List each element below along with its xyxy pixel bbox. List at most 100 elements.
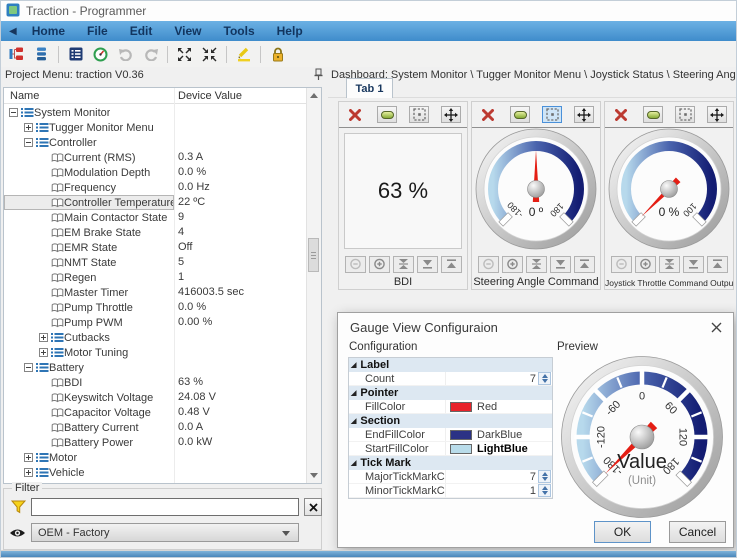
tree-header[interactable]: Name Device Value: [4, 88, 321, 104]
tree-row-name-cell[interactable]: Cutbacks: [4, 330, 174, 345]
tree-row[interactable]: Motor Tuning: [4, 345, 306, 360]
configure-button[interactable]: [675, 106, 695, 123]
grid-group-label[interactable]: ◢ Label: [349, 358, 552, 372]
tree-header-name[interactable]: Name: [10, 90, 39, 102]
tree-vertical-scrollbar[interactable]: [306, 88, 321, 483]
prop-value-cell[interactable]: 7: [445, 372, 552, 385]
align-top-button[interactable]: [573, 255, 595, 273]
tree-row-name-cell[interactable]: Main Contactor State: [4, 210, 174, 225]
expand-all-icon-button[interactable]: [173, 44, 196, 65]
prop-value-cell[interactable]: Red: [445, 400, 552, 413]
zoom-in-button[interactable]: [501, 255, 523, 273]
tree-row-name-cell[interactable]: Battery: [4, 360, 174, 375]
grid-prop-count[interactable]: Count 7: [349, 372, 552, 386]
ok-button[interactable]: OK: [594, 521, 651, 543]
tree-row-name-cell[interactable]: Pump PWM: [4, 315, 174, 330]
highlighter-icon-button[interactable]: [232, 44, 255, 65]
zoom-out-button[interactable]: [344, 255, 366, 273]
tree-row[interactable]: Capacitor Voltage 0.48 V: [4, 405, 306, 420]
eye-icon[interactable]: [9, 526, 26, 544]
zoom-out-button[interactable]: [610, 255, 632, 273]
tree-header-device-value[interactable]: Device Value: [178, 90, 242, 102]
menu-item-tools[interactable]: Tools: [213, 21, 266, 41]
tree-row-name-cell[interactable]: Controller Temperature: [4, 195, 174, 210]
tree-row[interactable]: Controller: [4, 135, 306, 150]
tree-row-name-cell[interactable]: Master Timer: [4, 285, 174, 300]
prop-value-cell[interactable]: 1: [445, 484, 552, 497]
expand-box-icon[interactable]: [24, 123, 33, 132]
tree-row-name-cell[interactable]: Battery Current: [4, 420, 174, 435]
menu-item-view[interactable]: View: [163, 21, 212, 41]
tree-row-name-cell[interactable]: BDI: [4, 375, 174, 390]
grid-group-pointer[interactable]: ◢ Pointer: [349, 386, 552, 400]
zoom-in-button[interactable]: [368, 255, 390, 273]
tree-row-name-cell[interactable]: Modulation Depth: [4, 165, 174, 180]
led-pill-button[interactable]: [643, 106, 663, 123]
tree-row-name-cell[interactable]: Keyswitch Voltage: [4, 390, 174, 405]
fit-vertical-button[interactable]: [658, 255, 680, 273]
filter-input[interactable]: [31, 498, 299, 516]
tree-row[interactable]: Battery Power 0.0 kW: [4, 435, 306, 450]
grid-prop-minortickmarkcount[interactable]: MinorTickMarkCount 1: [349, 484, 552, 498]
tree-row[interactable]: Pump Throttle 0.0 %: [4, 300, 306, 315]
zoom-in-button[interactable]: [634, 255, 656, 273]
tree-row[interactable]: Modulation Depth 0.0 %: [4, 165, 306, 180]
device-stack-icon-button[interactable]: [30, 44, 53, 65]
grid-group-section[interactable]: ◢ Section: [349, 414, 552, 428]
tree-row[interactable]: Vehicle: [4, 465, 306, 480]
align-bottom-button[interactable]: [682, 255, 704, 273]
tree-row[interactable]: NMT State 5: [4, 255, 306, 270]
grid-group-tick-mark[interactable]: ◢ Tick Mark: [349, 456, 552, 470]
tree-row[interactable]: Current (RMS) 0.3 A: [4, 150, 306, 165]
configure-button[interactable]: [409, 106, 429, 123]
prop-value-cell[interactable]: DarkBlue: [445, 428, 552, 441]
expand-box-icon[interactable]: [24, 468, 33, 477]
grid-prop-startfillcolor[interactable]: StartFillColor LightBlue: [349, 442, 552, 456]
prop-value-cell[interactable]: 7: [445, 470, 552, 483]
prop-value-cell[interactable]: LightBlue: [445, 442, 552, 455]
tree-row-name-cell[interactable]: Pump Throttle: [4, 300, 174, 315]
tree-row-name-cell[interactable]: Motor: [4, 450, 174, 465]
tree-row-name-cell[interactable]: Battery Power: [4, 435, 174, 450]
scroll-down-icon[interactable]: [307, 468, 321, 483]
menu-item-help[interactable]: Help: [266, 21, 314, 41]
spinner-control[interactable]: [538, 372, 551, 385]
align-top-button[interactable]: [706, 255, 728, 273]
scroll-up-icon[interactable]: [307, 88, 321, 103]
tree-row[interactable]: Frequency 0.0 Hz: [4, 180, 306, 195]
undo-icon-button[interactable]: [114, 44, 137, 65]
access-level-dropdown[interactable]: OEM - Factory: [31, 523, 299, 542]
align-bottom-button[interactable]: [549, 255, 571, 273]
group-expander-icon[interactable]: ◢: [351, 459, 356, 467]
tree-row[interactable]: Master Timer 416003.5 sec: [4, 285, 306, 300]
tree-row-name-cell[interactable]: Frequency: [4, 180, 174, 195]
tree-row[interactable]: [4, 480, 306, 483]
grid-prop-majortickmarkcount[interactable]: MajorTickMarkCount 7: [349, 470, 552, 484]
group-expander-icon[interactable]: ◢: [351, 417, 356, 425]
align-bottom-button[interactable]: [416, 255, 438, 273]
expand-box-icon[interactable]: [39, 333, 48, 342]
tree-row-name-cell[interactable]: Tugger Monitor Menu: [4, 120, 174, 135]
project-tree-icon-button[interactable]: [5, 44, 28, 65]
pin-icon[interactable]: [312, 67, 325, 86]
delete-button[interactable]: [345, 106, 365, 123]
tree-row-name-cell[interactable]: Controller: [4, 135, 174, 150]
dialog-close-icon[interactable]: [709, 320, 723, 334]
menu-item-edit[interactable]: Edit: [119, 21, 164, 41]
tree-row[interactable]: Motor: [4, 450, 306, 465]
cancel-button[interactable]: Cancel: [669, 521, 726, 543]
tree-row[interactable]: BDI 63 %: [4, 375, 306, 390]
led-pill-button[interactable]: [510, 106, 530, 123]
move-button[interactable]: [574, 106, 594, 123]
collapse-box-icon[interactable]: [24, 363, 33, 372]
tree-row[interactable]: Battery Current 0.0 A: [4, 420, 306, 435]
tree-row-name-cell[interactable]: Capacitor Voltage: [4, 405, 174, 420]
parameter-list-icon-button[interactable]: [64, 44, 87, 65]
grid-prop-endfillcolor[interactable]: EndFillColor DarkBlue: [349, 428, 552, 442]
tree-row[interactable]: Controller Temperature 22 ºC: [4, 195, 306, 210]
lock-icon-button[interactable]: [266, 44, 289, 65]
tree-row-name-cell[interactable]: EMR State: [4, 240, 174, 255]
tree-row[interactable]: Keyswitch Voltage 24.08 V: [4, 390, 306, 405]
grid-prop-fillcolor[interactable]: FillColor Red: [349, 400, 552, 414]
tree-row[interactable]: Main Contactor State 9: [4, 210, 306, 225]
